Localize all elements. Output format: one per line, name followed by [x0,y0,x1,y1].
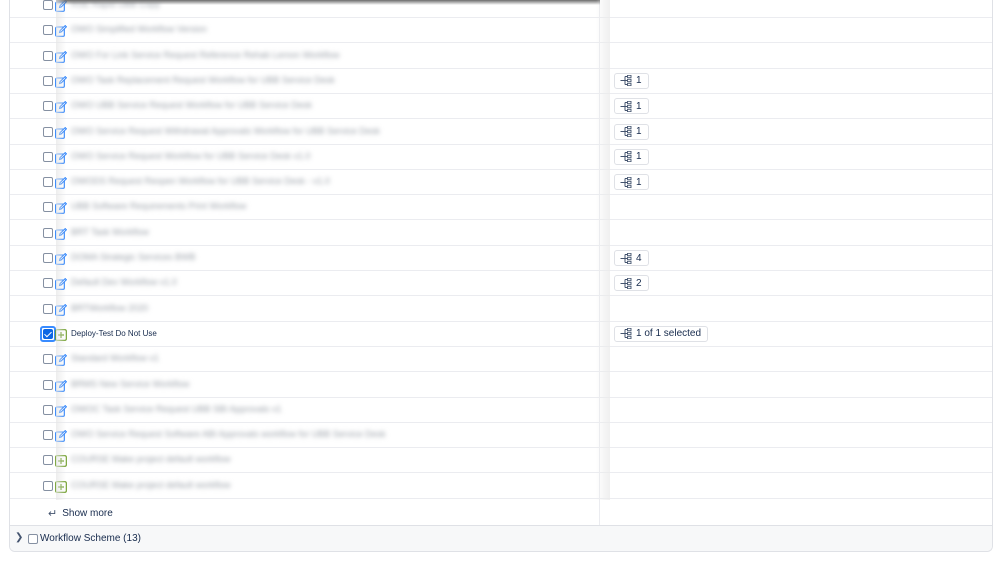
usage-badge-label: 1 [636,151,642,163]
usage-badge[interactable]: 1 [614,148,649,165]
workflow-name: BRTWorkflow 2020 [71,302,149,313]
workflow-name: DOMA Strategic Services BWB [71,252,196,262]
hierarchy-icon [620,75,632,87]
workflow-row: OWO Simplified Workflow Version [10,18,992,44]
row-checkbox[interactable] [43,379,53,390]
row-checkbox[interactable] [43,25,53,36]
workflow-name: OWODS Request Reopen Workflow for UBB Se… [71,176,330,187]
overlay-shadow [56,0,600,5]
workflow-name: Default Dev Workflow v1.0 [71,277,177,288]
row-checkbox[interactable] [43,75,53,86]
workflow-row: OWO For Link Service Request Reference R… [10,44,992,69]
workflow-name: Deploy-Test Do Not Use [71,328,157,338]
workflow-scheme-checkbox[interactable] [28,534,38,544]
return-arrow-icon: ↵ [48,508,58,520]
usage-badge-label: 4 [636,252,642,264]
row-checkbox[interactable] [43,50,53,61]
workflow-scheme-label: Workflow Scheme (13) [40,533,141,544]
workflow-row: UBB Software Requirements Print Workflow [10,195,992,221]
workflow-name: OWO Service Request Withdrawal Approvals… [71,125,380,136]
usage-badge-label: 1 [636,126,642,137]
hierarchy-icon [620,100,632,112]
row-checkbox[interactable] [43,126,53,137]
workflow-row: Default Dev Workflow v1.0 2 [10,271,992,297]
workflow-name: OWO Service Request Workflow for UBB Ser… [71,150,311,161]
usage-badge[interactable]: 1 [614,72,649,89]
workflow-row: OWO Service Request Software ABI Approva… [10,423,992,449]
workflow-name: OWO Simplified Workflow Version [71,24,207,35]
row-checkbox[interactable] [43,303,53,314]
workflow-name: OWO For Link Service Request Reference R… [71,49,340,60]
workflow-row: COURSE Make project default workflow [10,474,992,499]
hierarchy-icon [620,176,632,188]
workflow-list-panel: RSE Rapid UBB CopyOWO Simplified Workflo… [9,0,993,552]
usage-badge[interactable]: 1 [614,123,649,140]
workflow-row: OWO UBB Service Request Workflow for UBB… [10,94,992,120]
row-checkbox[interactable] [43,0,53,10]
chevron-right-icon[interactable]: ❯ [15,532,23,543]
workflow-name: OWO Task Replacement Request Workflow fo… [71,74,335,85]
row-checkbox[interactable] [43,480,53,491]
workflow-row: BRTWorkflow 2020 [10,297,992,322]
usage-badge-label: 2 [636,277,642,289]
row-checkbox[interactable] [43,253,53,263]
usage-badge[interactable]: 1 [614,98,649,115]
workflow-name: BRT Task Workflow [71,226,149,237]
workflow-row: OWODS Request Reopen Workflow for UBB Se… [10,170,992,196]
usage-badge[interactable]: 4 [614,250,649,266]
workflow-name: COURSE Make project default workflow [71,454,231,465]
usage-badge-label: 1 of 1 selected [636,328,702,340]
row-checkbox[interactable] [43,455,53,466]
usage-badge[interactable]: 2 [614,275,649,292]
hierarchy-icon [620,252,632,264]
workflow-row: Standard Workflow v1 [10,347,992,373]
workflow-name: OWO Service Request Software ABI Approva… [71,429,386,440]
workflow-row: BRT Task Workflow [10,221,992,246]
workflow-row: OWO Service Request Workflow for UBB Ser… [10,145,992,170]
workflow-row: BRMS New Service Workflow [10,373,992,398]
row-checkbox[interactable] [43,328,53,339]
workflow-name: BRMS New Service Workflow [71,378,190,389]
workflow-row: OWOC Task Service Request UBB SBI Approv… [10,398,992,423]
row-checkbox[interactable] [43,151,53,162]
workflow-row: OWO Task Replacement Request Workflow fo… [10,69,992,94]
hierarchy-icon [620,151,632,163]
row-checkbox[interactable] [43,354,53,365]
show-more-button[interactable]: ↵ Show more [48,507,113,520]
usage-badge[interactable]: 1 of 1 selected [614,325,709,342]
row-checkbox[interactable] [43,202,53,213]
row-checkbox[interactable] [43,278,53,289]
row-checkbox[interactable] [43,404,53,415]
hierarchy-icon [620,328,632,340]
workflow-name: UBB Software Requirements Print Workflow [71,201,247,212]
show-more-label: Show more [62,508,113,519]
workflow-name: OWO UBB Service Request Workflow for UBB… [71,100,312,111]
usage-badge-label: 1 [636,75,642,87]
usage-badge-label: 1 [636,176,642,188]
show-more-row: ↵ Show more [10,501,992,526]
row-checkbox[interactable] [43,101,53,112]
workflow-name: Standard Workflow v1 [71,353,159,364]
row-checkbox[interactable] [43,227,53,238]
workflow-name: OWOC Task Service Request UBB SBI Approv… [71,403,282,414]
workflow-name: COURSE Make project default workflow [71,479,231,490]
workflow-row: COURSE Make project default workflow [10,448,992,474]
hierarchy-icon [620,126,632,137]
usage-badge[interactable]: 1 [614,174,649,191]
workflow-row: DOMA Strategic Services BWB 4 [10,246,992,271]
row-checkbox[interactable] [43,430,53,441]
hierarchy-icon [620,277,632,289]
workflow-scheme-group[interactable]: ❯ Workflow Scheme (13) [10,526,992,551]
workflow-row: Deploy-Test Do Not Use 1 of 1 selected [10,322,992,347]
overlay-fade-left [56,0,66,500]
overlay-fade-right [596,0,610,500]
workflow-row: OWO Service Request Withdrawal Approvals… [10,120,992,145]
usage-badge-label: 1 [636,100,642,112]
row-checkbox[interactable] [43,177,53,188]
